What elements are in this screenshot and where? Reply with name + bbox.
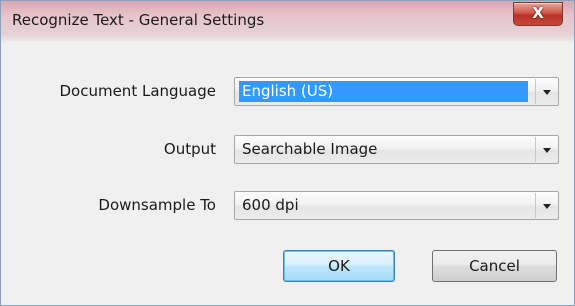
document-language-label: Document Language [59, 82, 216, 100]
dialog-content: Document Language English (US) Output Se… [6, 41, 569, 301]
document-language-dropdown[interactable]: English (US) [234, 77, 559, 106]
chevron-down-icon[interactable] [535, 193, 557, 218]
window-title: Recognize Text - General Settings [12, 11, 265, 29]
document-language-value: English (US) [239, 81, 528, 102]
ok-button[interactable]: OK [283, 250, 395, 282]
cancel-button[interactable]: Cancel [432, 250, 557, 282]
close-icon: X [532, 4, 544, 22]
output-dropdown[interactable]: Searchable Image [234, 135, 559, 164]
output-label: Output [163, 140, 216, 158]
title-bar[interactable]: Recognize Text - General Settings X [1, 1, 574, 41]
close-button[interactable]: X [513, 2, 563, 26]
downsample-dropdown[interactable]: 600 dpi [234, 191, 559, 220]
chevron-down-icon[interactable] [535, 79, 557, 104]
downsample-label: Downsample To [98, 196, 216, 214]
output-value: Searchable Image [242, 140, 378, 158]
downsample-value: 600 dpi [242, 196, 299, 214]
chevron-down-icon[interactable] [535, 137, 557, 162]
dialog-window: Recognize Text - General Settings X Docu… [0, 0, 575, 306]
